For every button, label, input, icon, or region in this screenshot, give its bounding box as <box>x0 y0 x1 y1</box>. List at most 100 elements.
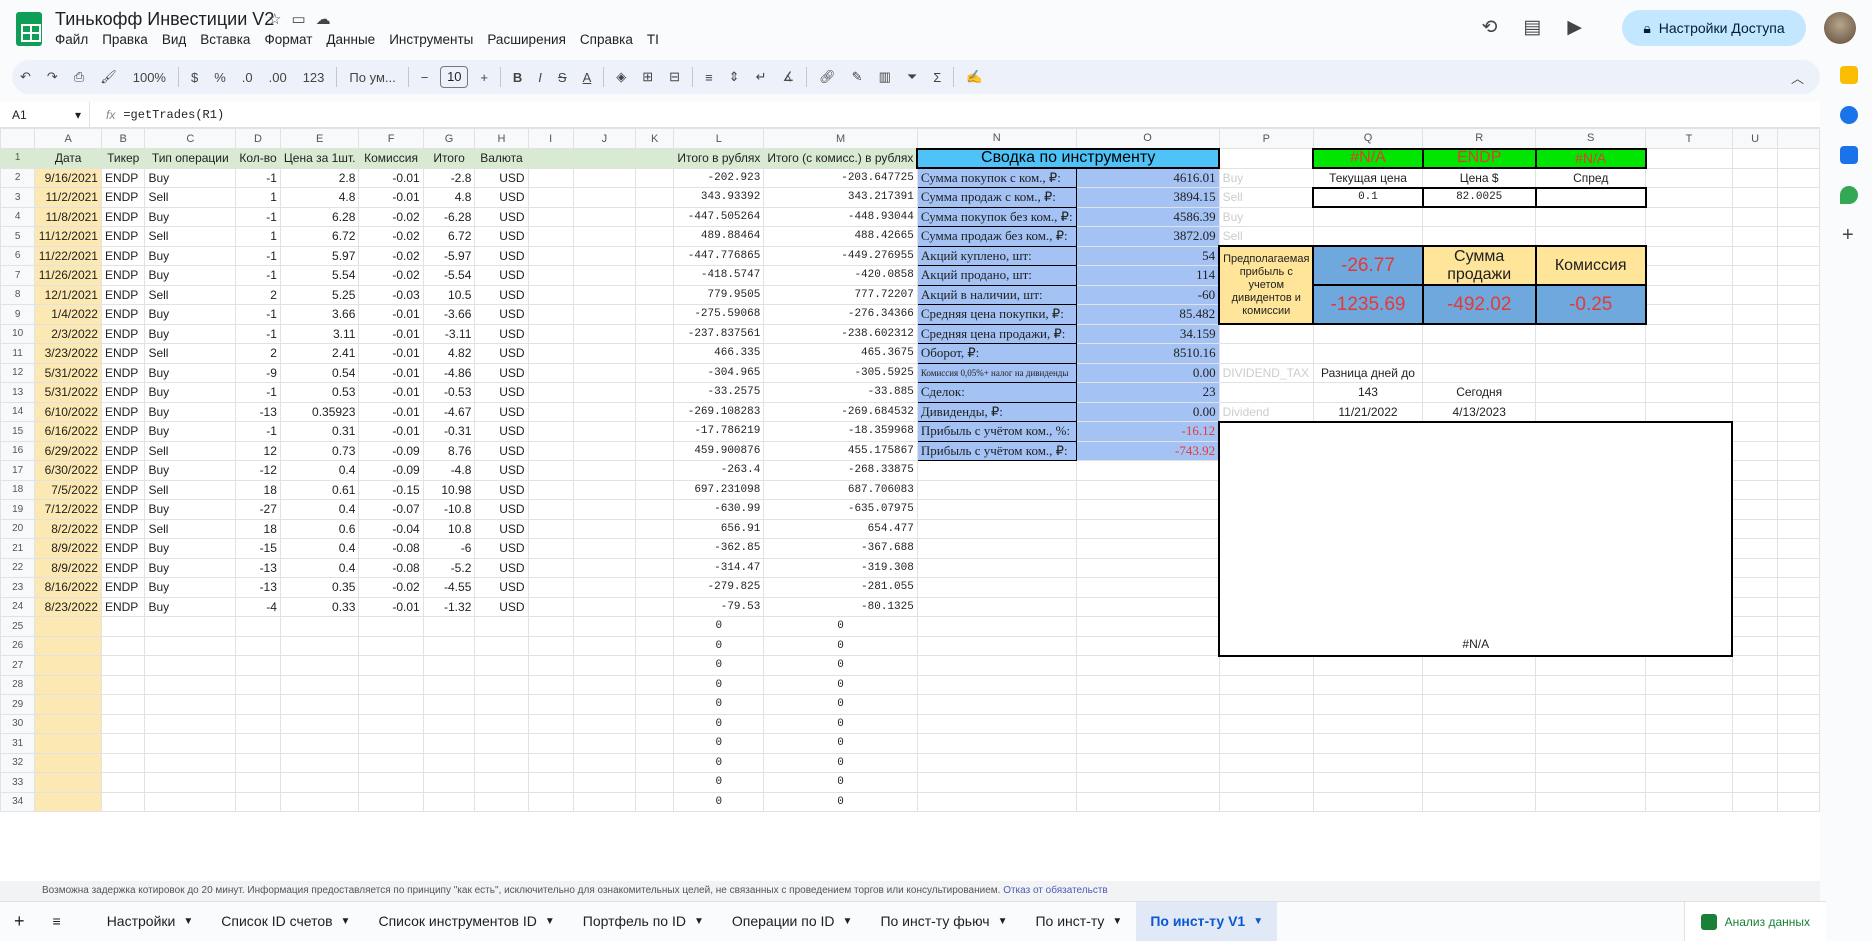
cell[interactable]: -4 <box>235 596 281 617</box>
cell[interactable] <box>279 655 360 676</box>
column-header[interactable]: T <box>1645 128 1733 149</box>
cell[interactable]: 9/16/2021 <box>34 167 102 188</box>
cell[interactable] <box>1645 343 1733 364</box>
cell[interactable]: USD <box>474 382 529 403</box>
cell[interactable] <box>144 791 237 812</box>
cell[interactable]: 8/9/2022 <box>34 557 102 578</box>
cell[interactable] <box>144 655 237 676</box>
merge-cells-icon[interactable]: ⊟ <box>661 69 688 85</box>
decrease-decimal-button[interactable]: .0 <box>234 70 261 85</box>
cell[interactable] <box>634 440 675 461</box>
cell[interactable] <box>572 635 636 656</box>
menu-item[interactable]: Правка <box>102 32 155 47</box>
cell[interactable]: ENDP <box>100 460 146 481</box>
cell[interactable]: 0 <box>673 674 765 695</box>
cell[interactable] <box>916 577 1077 598</box>
summary-label[interactable]: Сумма продаж без ком., ₽: <box>916 226 1077 247</box>
cell[interactable]: ENDP <box>100 245 146 266</box>
summary-value[interactable]: 4616.01 <box>1075 167 1220 188</box>
cell[interactable]: USD <box>474 206 529 227</box>
cell[interactable] <box>1731 674 1779 695</box>
cell[interactable]: -319.308 <box>763 557 918 578</box>
filter-icon[interactable]: ⏷ <box>899 69 925 85</box>
row-header[interactable]: 14 <box>0 401 36 422</box>
column-header[interactable]: D <box>235 128 281 149</box>
cell[interactable] <box>1312 674 1424 695</box>
cell[interactable]: Разница дней до <box>1312 362 1424 383</box>
cell[interactable]: 10.8 <box>422 518 476 539</box>
cell[interactable]: Спред <box>1535 167 1647 188</box>
menu-item[interactable]: Вставка <box>200 32 257 47</box>
row-header[interactable]: 32 <box>0 752 36 773</box>
cell[interactable] <box>1075 674 1220 695</box>
font-size-input[interactable]: 10 <box>440 66 469 88</box>
cell[interactable]: 0.61 <box>279 479 360 500</box>
summary-value[interactable]: 0.00 <box>1075 401 1220 422</box>
row-header[interactable]: 12 <box>0 362 36 383</box>
cell[interactable] <box>1731 479 1779 500</box>
cell[interactable] <box>1731 440 1779 461</box>
cell[interactable] <box>474 635 529 656</box>
profit-label[interactable]: Предполагаемая прибыль с учетом дивидент… <box>1218 245 1315 325</box>
cell[interactable] <box>34 616 102 637</box>
cell[interactable]: USD <box>474 226 529 247</box>
cell[interactable]: 2 <box>235 343 281 364</box>
font-select[interactable]: По ум... <box>341 70 403 85</box>
cell[interactable] <box>1535 323 1647 344</box>
cell[interactable]: 0.4 <box>279 460 360 481</box>
cell[interactable]: 10.5 <box>422 284 476 305</box>
cell[interactable] <box>1777 635 1820 656</box>
cell[interactable] <box>235 674 281 695</box>
cell[interactable] <box>527 538 574 559</box>
cell[interactable] <box>572 479 636 500</box>
cell[interactable] <box>279 694 360 715</box>
cell[interactable] <box>916 635 1077 656</box>
cell[interactable]: -13 <box>235 401 281 422</box>
row-header[interactable]: 34 <box>0 791 36 812</box>
cell[interactable] <box>527 421 574 442</box>
text-wrap-icon[interactable]: ↵ <box>748 69 775 85</box>
cell[interactable]: 0.6 <box>279 518 360 539</box>
summary-label[interactable]: Сумма продаж с ком., ₽: <box>916 187 1077 208</box>
summary-value[interactable]: 34.159 <box>1075 323 1220 344</box>
cell[interactable] <box>1777 538 1820 559</box>
caret-down-icon[interactable]: ▼ <box>694 916 704 927</box>
avatar[interactable] <box>1824 12 1856 44</box>
cell[interactable]: 0 <box>673 713 765 734</box>
cell[interactable]: Buy <box>144 265 237 286</box>
cell[interactable] <box>527 772 574 793</box>
cell[interactable]: -362.85 <box>673 538 765 559</box>
cell[interactable] <box>1777 187 1820 208</box>
sheet-tab[interactable]: По инст-ту фьюч ▼ <box>866 902 1021 941</box>
cell[interactable]: -276.34366 <box>763 304 918 325</box>
cell[interactable] <box>1777 557 1820 578</box>
cell[interactable] <box>634 674 675 695</box>
cell[interactable] <box>235 635 281 656</box>
cell[interactable]: -203.647725 <box>763 167 918 188</box>
cell[interactable] <box>1777 206 1820 227</box>
cell[interactable] <box>34 752 102 773</box>
cell[interactable] <box>572 401 636 422</box>
cell[interactable] <box>1645 694 1733 715</box>
cell[interactable]: 0 <box>673 752 765 773</box>
font-size-increase-icon[interactable]: + <box>472 70 496 85</box>
cell[interactable]: -3.66 <box>422 304 476 325</box>
cell[interactable] <box>1731 401 1779 422</box>
cell[interactable]: USD <box>474 479 529 500</box>
summary-label[interactable]: Сумма покупок с ком., ₽: <box>916 167 1077 188</box>
cell[interactable] <box>100 752 146 773</box>
column-header[interactable]: A <box>34 128 102 149</box>
cell[interactable]: -1 <box>235 421 281 442</box>
print-icon[interactable]: ⎙ <box>66 69 92 85</box>
cell[interactable] <box>1218 772 1314 793</box>
cell[interactable]: 0 <box>763 791 918 812</box>
cell[interactable]: 0.4 <box>279 538 360 559</box>
cell[interactable]: 11/26/2021 <box>34 265 102 286</box>
cell[interactable] <box>474 733 529 754</box>
row-header[interactable]: 19 <box>0 499 36 520</box>
cell[interactable]: USD <box>474 499 529 520</box>
cell[interactable] <box>235 772 281 793</box>
cell[interactable] <box>100 635 146 656</box>
cell[interactable]: Buy <box>144 206 237 227</box>
cell[interactable]: 6.72 <box>422 226 476 247</box>
